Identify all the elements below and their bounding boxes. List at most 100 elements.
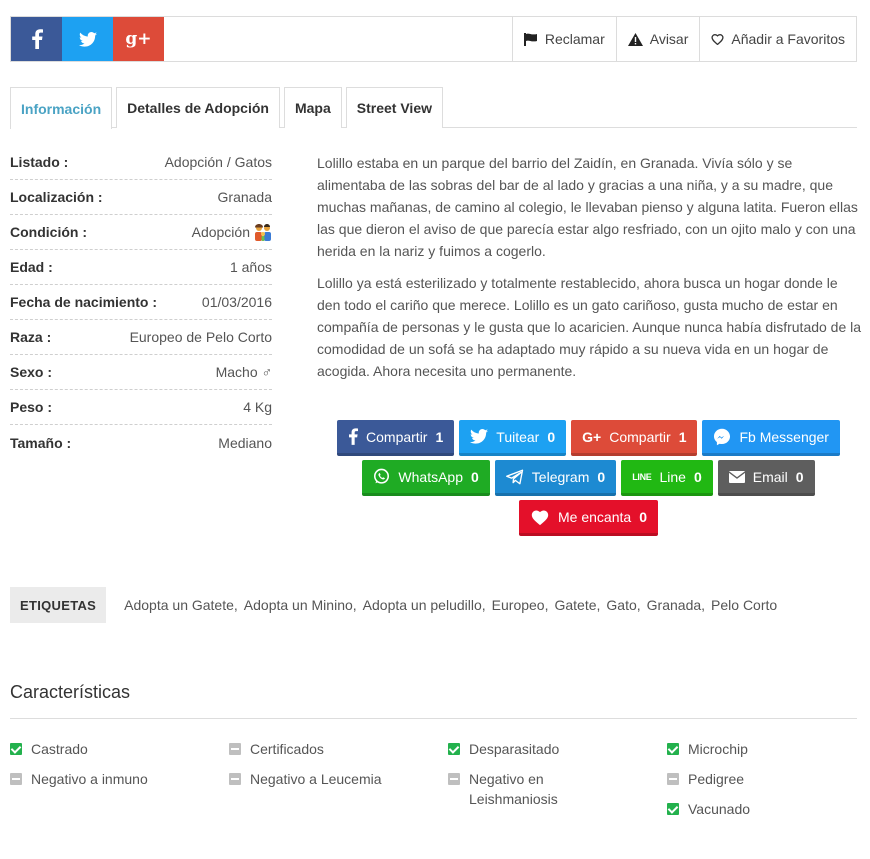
info-label: Localización : xyxy=(10,189,103,205)
features-column: Castrado Negativo a inmuno xyxy=(10,739,229,829)
report-label: Reclamar xyxy=(544,31,605,47)
tag-link[interactable]: Adopta un peludillo xyxy=(363,597,482,613)
tag-link[interactable]: Pelo Corto xyxy=(711,597,777,613)
tab-informacion[interactable]: Información xyxy=(10,87,113,129)
tag-link[interactable]: Gatete xyxy=(554,597,596,613)
info-row-edad: Edad : 1 años xyxy=(10,250,272,285)
feature-label: Castrado xyxy=(31,741,88,757)
pet-info-list: Listado : Adopción / Gatos Localización … xyxy=(10,145,272,460)
google-plus-share-button[interactable]: g+ xyxy=(113,17,164,61)
tags-bar: ETIQUETAS Adopta un Gatete, Adopta un Mi… xyxy=(10,587,860,623)
tag-separator: , xyxy=(544,597,549,613)
facebook-share-count-button[interactable]: Compartir 1 xyxy=(337,420,455,456)
tag-separator: , xyxy=(352,597,357,613)
feature-item: Negativo a Leucemia xyxy=(229,769,448,799)
info-value: 4 Kg xyxy=(243,399,272,415)
feature-item: Desparasitado xyxy=(448,739,667,769)
info-label: Peso : xyxy=(10,399,53,415)
twitter-icon xyxy=(78,31,97,47)
feature-item: Microchip xyxy=(667,739,857,769)
report-button[interactable]: Reclamar xyxy=(511,17,616,61)
info-label: Edad : xyxy=(10,259,53,275)
info-label: Condición : xyxy=(10,224,87,240)
share-count: 0 xyxy=(471,468,479,485)
tag-link[interactable]: Granada xyxy=(647,597,701,613)
messenger-icon xyxy=(714,428,731,445)
info-value: Mediano xyxy=(218,434,272,451)
messenger-share-button[interactable]: Fb Messenger xyxy=(702,420,840,456)
twitter-icon xyxy=(470,429,489,444)
notify-button[interactable]: Avisar xyxy=(615,17,700,61)
twitter-share-button[interactable] xyxy=(62,17,113,61)
twitter-share-count-button[interactable]: Tuitear 0 xyxy=(459,420,567,456)
feature-label: Certificados xyxy=(250,741,324,757)
feature-label: Negativo a Leucemia xyxy=(250,771,382,787)
share-buttons: Compartir 1 Tuitear 0 G+ Compartir 1 Fb … xyxy=(316,420,861,536)
share-count: 0 xyxy=(639,508,647,525)
envelope-icon xyxy=(728,470,745,483)
minus-icon xyxy=(10,773,22,785)
minus-icon xyxy=(229,773,241,785)
share-label: Me encanta xyxy=(558,508,632,525)
feature-label: Negativo en Leishmaniosis xyxy=(469,771,558,807)
whatsapp-share-button[interactable]: WhatsApp 0 xyxy=(362,460,490,496)
info-value: Granada xyxy=(217,189,272,205)
telegram-share-button[interactable]: Telegram 0 xyxy=(494,460,617,496)
share-count: 1 xyxy=(435,428,444,445)
whatsapp-icon xyxy=(374,468,390,484)
heart-icon xyxy=(531,509,549,525)
info-value: 01/03/2016 xyxy=(201,294,272,310)
tag-link[interactable]: Adopta un Minino xyxy=(244,597,353,613)
share-count: 0 xyxy=(597,468,606,485)
info-label: Listado : xyxy=(10,154,69,170)
tab-detalles-adopcion[interactable]: Detalles de Adopción xyxy=(116,87,280,128)
heart-outline-icon xyxy=(711,34,724,45)
info-value-condicion: Adopción xyxy=(192,223,272,241)
features-title: Características xyxy=(10,682,131,702)
google-plus-share-count-button[interactable]: G+ Compartir 1 xyxy=(571,420,698,456)
share-label: Telegram xyxy=(531,468,590,485)
tab-street-view[interactable]: Street View xyxy=(345,87,443,128)
minus-icon xyxy=(229,743,241,755)
line-share-button[interactable]: LINE Line 0 xyxy=(621,460,713,496)
info-row-condicion: Condición : Adopción xyxy=(10,215,272,250)
tag-link[interactable]: Adopta un Gatete xyxy=(124,597,234,613)
feature-item: Negativo a inmuno xyxy=(10,769,229,799)
features-column: Microchip Pedigree Vacunado xyxy=(667,739,857,829)
share-label: Compartir xyxy=(609,428,671,445)
feature-label: Microchip xyxy=(688,741,748,757)
feature-item: Vacunado xyxy=(667,799,857,829)
info-value: Adopción / Gatos xyxy=(164,154,272,170)
check-icon xyxy=(667,743,679,755)
features-grid: Castrado Negativo a inmuno Certificados … xyxy=(10,739,860,829)
info-label: Fecha de nacimiento : xyxy=(10,294,158,310)
tag-link[interactable]: Gato xyxy=(606,597,636,613)
warning-icon xyxy=(627,32,643,46)
share-count: 1 xyxy=(678,428,687,445)
features-column: Desparasitado Negativo en Leishmaniosis xyxy=(448,739,667,829)
tab-mapa[interactable]: Mapa xyxy=(283,87,342,128)
line-icon: LINE xyxy=(632,471,652,482)
social-action-bar: g+ Reclamar Avisar Añadir a Favoritos xyxy=(10,16,857,62)
share-label: Compartir xyxy=(366,428,428,445)
check-icon xyxy=(448,743,460,755)
tag-separator: , xyxy=(636,597,641,613)
tab-bar: Información Detalles de Adopción Mapa St… xyxy=(10,87,857,129)
pet-description: Lolillo estaba en un parque del barrio d… xyxy=(317,152,862,392)
email-share-button[interactable]: Email 0 xyxy=(717,460,815,496)
info-value: 1 años xyxy=(229,259,272,275)
notify-label: Avisar xyxy=(649,31,689,47)
share-label: Line xyxy=(659,468,686,485)
feature-label: Pedigree xyxy=(688,771,745,787)
facebook-share-button[interactable] xyxy=(11,17,62,61)
tag-separator: , xyxy=(596,597,601,613)
add-favorites-button[interactable]: Añadir a Favoritos xyxy=(699,17,856,61)
love-button[interactable]: Me encanta 0 xyxy=(519,500,658,536)
tag-separator: , xyxy=(701,597,706,613)
share-label: WhatsApp xyxy=(398,468,463,485)
info-row-peso: Peso : 4 Kg xyxy=(10,390,272,425)
google-plus-icon: g+ xyxy=(125,29,152,49)
feature-item: Certificados xyxy=(229,739,448,769)
tag-link[interactable]: Europeo xyxy=(492,597,545,613)
share-label: Tuitear xyxy=(496,428,540,445)
